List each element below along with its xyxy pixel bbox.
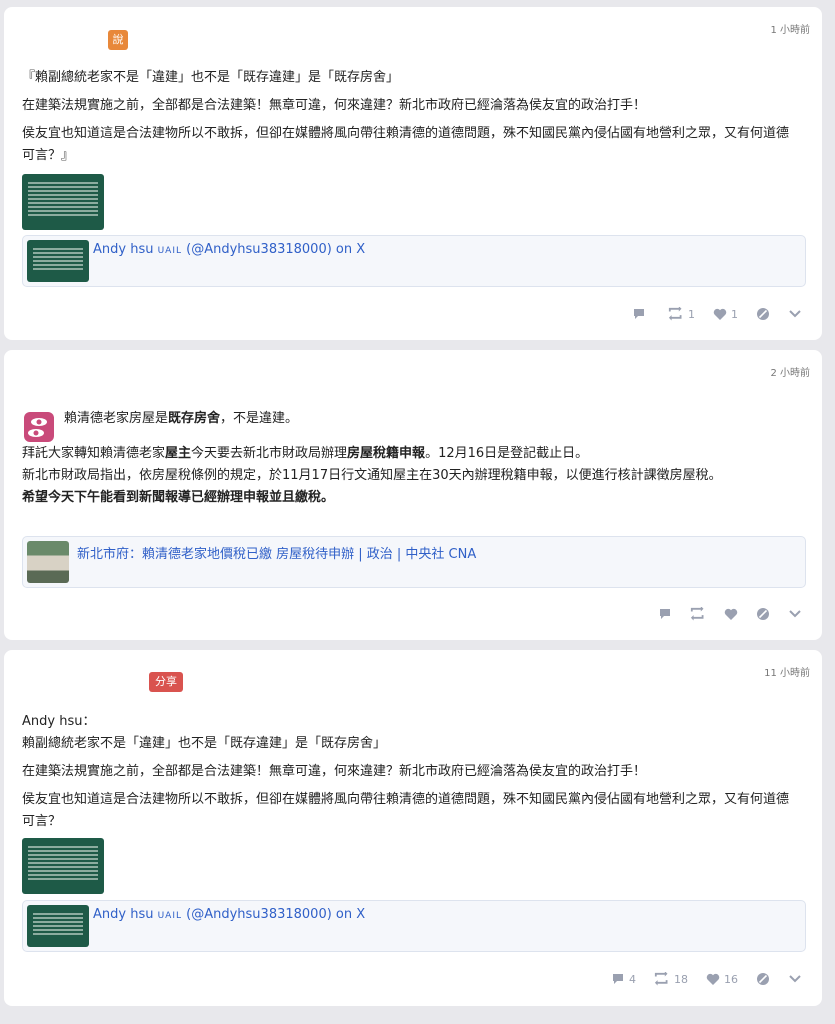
category-badge: 分享 [149,672,183,692]
link-title-badge: UAIL [157,246,183,256]
block-icon [757,973,769,985]
boost-button[interactable]: 18 [654,972,688,986]
reply-button[interactable] [658,607,672,621]
heart-icon [706,973,720,985]
favourite-button[interactable] [724,608,738,621]
attached-image[interactable] [22,174,104,230]
title-text-end: ，不是違建。 [220,411,299,426]
boost-icon [690,607,704,621]
bold-text: 屋主 [165,446,192,461]
paragraph: 在建築法規實施之前，全部都是合法建築！無章可違，何來違建？新北市政府已經淪落為侯… [22,98,647,113]
reply-count: 4 [629,972,636,986]
boost-icon [654,972,668,986]
post-3: 11 小時前 分享 Andy hsu： 賴副總統老家不是「違建」也不是「既存違建… [4,650,822,1006]
boost-icon [668,307,682,321]
chevron-down-icon [789,610,801,618]
post-time[interactable]: 2 小時前 [770,364,810,379]
post-body: Andy hsu： 賴副總統老家不是「違建」也不是「既存違建」是「既存房舍」 在… [22,711,800,833]
reply-button[interactable] [632,307,650,321]
author-line: Andy hsu： [22,714,96,729]
account-avatar [24,412,54,442]
post-body: 『賴副總統老家不是「違建」也不是「既存違建」是「既存房舍」 在建築法規實施之前，… [22,67,800,167]
paragraph: 拜託大家轉知賴清德老家屋主今天要去新北市財政局辦理房屋稅籍申報。12月16日是登… [22,443,800,465]
reply-icon [613,974,623,984]
link-preview-title[interactable]: Andy hsu UAIL (@Andyhsu38318000) on X [93,907,365,922]
attached-image[interactable] [22,838,104,894]
block-button[interactable] [756,972,770,986]
link-preview-thumbnail [27,905,89,947]
block-icon [757,608,769,620]
chevron-down-icon [789,975,801,983]
paragraph: 侯友宜也知道這是合法建物所以不敢拆，但卻在媒體將風向帶往賴清德的道德問題，殊不知… [22,792,790,829]
block-button[interactable] [756,307,770,321]
link-preview-thumbnail [27,541,69,583]
text: 。12月16日是登記截止日。 [425,446,589,461]
favourite-button[interactable]: 1 [713,308,738,321]
boost-button[interactable]: 1 [668,307,695,321]
post-title-line: 賴清德老家房屋是既存房舍，不是違建。 [64,408,800,430]
reply-icon [660,609,670,619]
reply-button[interactable]: 4 [611,972,636,986]
block-button[interactable] [756,607,770,621]
boost-count: 18 [674,972,688,986]
link-title-text: Andy hsu [93,242,158,257]
favourite-count: 16 [724,972,738,986]
link-preview-card[interactable]: Andy hsu UAIL (@Andyhsu38318000) on X [22,900,806,952]
link-preview-thumbnail [27,240,89,282]
paragraph: 賴副總統老家不是「違建」也不是「既存違建」是「既存房舍」 [22,736,387,751]
post-time[interactable]: 11 小時前 [764,664,810,679]
link-title-text: Andy hsu [93,907,158,922]
paragraph: 希望今天下午能看到新聞報導已經辦理申報並且繳稅。 [22,490,335,505]
paragraph: 新北市財政局指出，依房屋稅條例的規定，於11月17日行文通知屋主在30天內辦理稅… [22,468,722,483]
post-body: 拜託大家轉知賴清德老家屋主今天要去新北市財政局辦理房屋稅籍申報。12月16日是登… [22,443,800,509]
link-title-badge: UAIL [157,911,183,921]
boost-count: 1 [688,307,695,321]
heart-icon [724,608,738,620]
favourite-count: 1 [731,307,738,321]
category-badge: 說 [108,30,128,50]
post-1: 1 小時前 說 『賴副總統老家不是「違建」也不是「既存違建」是「既存房舍」 在建… [4,7,822,340]
bold-text: 房屋稅籍申報 [347,446,426,461]
heart-icon [713,308,727,320]
link-preview-card[interactable]: 新北市府：賴清德老家地價稅已繳 房屋稅待申辦 | 政治 | 中央社 CNA [22,536,806,588]
favourite-button[interactable]: 16 [706,973,738,986]
link-title-handle: (@Andyhsu38318000) on X [182,242,366,257]
eyes-icon [28,418,47,437]
chevron-down-icon [789,310,801,318]
link-preview-title[interactable]: Andy hsu UAIL (@Andyhsu38318000) on X [93,242,365,257]
link-title-handle: (@Andyhsu38318000) on X [182,907,366,922]
boost-button[interactable] [690,607,706,621]
link-preview-card[interactable]: Andy hsu UAIL (@Andyhsu38318000) on X [22,235,806,287]
text: 拜託大家轉知賴清德老家 [22,446,166,461]
paragraph: 在建築法規實施之前，全部都是合法建築！無章可違，何來違建？新北市政府已經淪落為侯… [22,764,647,779]
post-actions [658,604,802,624]
title-text: 賴清德老家房屋是 [64,411,169,426]
post-actions: 1 1 [632,304,802,324]
text: 今天要去新北市財政局辦理 [191,446,348,461]
link-preview-title[interactable]: 新北市府：賴清德老家地價稅已繳 房屋稅待申辦 | 政治 | 中央社 CNA [77,543,476,562]
more-button[interactable] [788,609,802,619]
post-2: 2 小時前 賴清德老家房屋是既存房舍，不是違建。 拜託大家轉知賴清德老家屋主今天… [4,350,822,640]
more-button[interactable] [788,309,802,319]
block-icon [757,308,769,320]
post-actions: 4 18 16 [611,969,802,989]
paragraph: 侯友宜也知道這是合法建物所以不敢拆，但卻在媒體將風向帶往賴清德的道德問題，殊不知… [22,126,790,163]
paragraph: 『賴副總統老家不是「違建」也不是「既存違建」是「既存房舍」 [22,70,400,85]
more-button[interactable] [788,974,802,984]
reply-icon [634,309,644,319]
post-time[interactable]: 1 小時前 [770,21,810,36]
title-bold: 既存房舍 [168,411,221,426]
